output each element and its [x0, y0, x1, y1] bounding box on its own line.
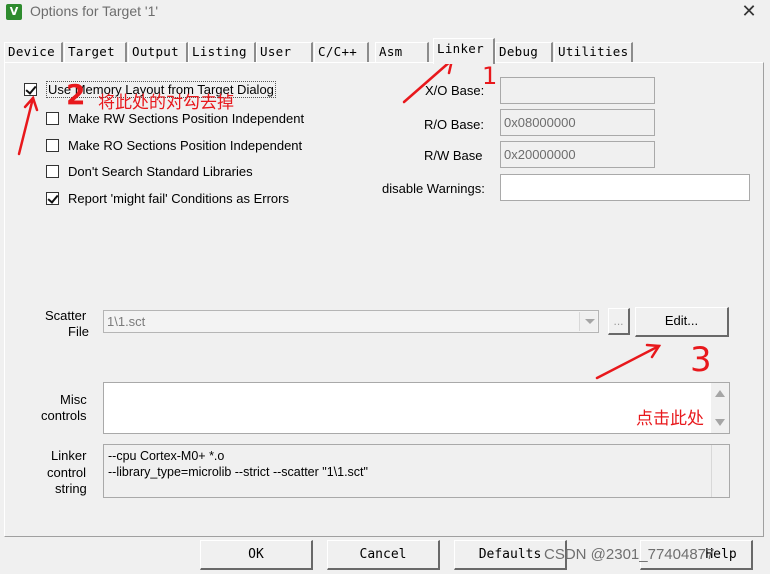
- annotation-step-2: 2: [66, 78, 86, 111]
- linker-control-line: --library_type=microlib --strict --scatt…: [108, 465, 368, 479]
- checkbox-checked-icon: [24, 82, 37, 96]
- checkbox-unchecked-icon: [46, 138, 59, 152]
- ok-button[interactable]: OK: [200, 540, 313, 570]
- tab-target[interactable]: Target: [64, 42, 127, 63]
- tab-output[interactable]: Output: [128, 42, 188, 63]
- misc-controls-label: controls: [41, 408, 87, 423]
- annotation-step-3: 3: [690, 340, 712, 380]
- rw-base-label: R/W Base: [424, 148, 483, 163]
- scroll-up-icon[interactable]: [715, 390, 725, 397]
- linker-string-label: string: [55, 481, 87, 496]
- checkbox-label: Make RO Sections Position Independent: [68, 137, 303, 153]
- linker-control-line: --cpu Cortex-M0+ *.o: [108, 449, 225, 463]
- checkbox-checked-icon: [46, 191, 59, 205]
- tab-debug[interactable]: Debug: [495, 42, 553, 63]
- tab-utilities[interactable]: Utilities: [554, 42, 633, 63]
- scatter-file-label: File: [68, 324, 89, 339]
- linker-label: Linker: [51, 448, 87, 463]
- dont-search-std-libs-checkbox[interactable]: Don't Search Standard Libraries: [46, 162, 253, 180]
- xo-base-input[interactable]: [500, 77, 655, 104]
- linker-control-scrollbar[interactable]: [711, 445, 729, 497]
- misc-label: Misc: [60, 392, 87, 407]
- ro-base-input[interactable]: 0x08000000: [500, 109, 655, 136]
- scatter-file-combo[interactable]: 1\1.sct: [103, 310, 599, 333]
- tab-listing[interactable]: Listing: [188, 42, 256, 63]
- close-icon[interactable]: ✕: [736, 0, 762, 24]
- csdn-watermark: CSDN @2301_77404877: [544, 546, 715, 563]
- checkbox-label: Report 'might fail' Conditions as Errors: [68, 190, 289, 206]
- chevron-down-icon[interactable]: [579, 312, 597, 331]
- checkbox-label: Don't Search Standard Libraries: [68, 163, 253, 179]
- linker-control-string[interactable]: --cpu Cortex-M0+ *.o --library_type=micr…: [103, 444, 730, 498]
- cancel-button[interactable]: Cancel: [327, 540, 440, 570]
- disable-warnings-input[interactable]: [500, 174, 750, 201]
- tab-asm[interactable]: Asm: [375, 42, 429, 63]
- tab-user[interactable]: User: [256, 42, 313, 63]
- tab-c-cpp[interactable]: C/C++: [314, 42, 369, 63]
- keil-uvision-icon: V: [6, 4, 22, 20]
- rw-base-input[interactable]: 0x20000000: [500, 141, 655, 168]
- scatter-edit-button[interactable]: Edit...: [635, 307, 729, 337]
- annotation-remove-check-text: 将此处的对勾去掉: [98, 93, 234, 113]
- checkbox-unchecked-icon: [46, 111, 59, 125]
- annotation-step-1: 1: [482, 62, 498, 90]
- linker-control-label: control: [47, 465, 87, 480]
- scatter-file-value: 1\1.sct: [107, 314, 146, 329]
- tab-linker[interactable]: Linker: [433, 38, 495, 64]
- scatter-label: Scatter: [45, 308, 87, 323]
- scatter-browse-button[interactable]: ...: [608, 308, 630, 335]
- disable-warnings-label: disable Warnings:: [382, 181, 485, 196]
- ro-position-independent-checkbox[interactable]: Make RO Sections Position Independent: [46, 136, 302, 154]
- tab-device[interactable]: Device: [4, 42, 63, 63]
- ro-base-label: R/O Base:: [424, 117, 484, 132]
- annotation-click-here-text: 点击此处: [636, 409, 704, 429]
- checkbox-unchecked-icon: [46, 164, 59, 178]
- scroll-down-icon[interactable]: [715, 419, 725, 426]
- xo-base-label: X/O Base:: [425, 83, 485, 98]
- misc-scrollbar[interactable]: [711, 383, 729, 433]
- window-title: Options for Target '1': [30, 3, 159, 19]
- report-might-fail-checkbox[interactable]: Report 'might fail' Conditions as Errors: [46, 189, 289, 207]
- title-bar: V Options for Target '1' ✕: [0, 0, 770, 26]
